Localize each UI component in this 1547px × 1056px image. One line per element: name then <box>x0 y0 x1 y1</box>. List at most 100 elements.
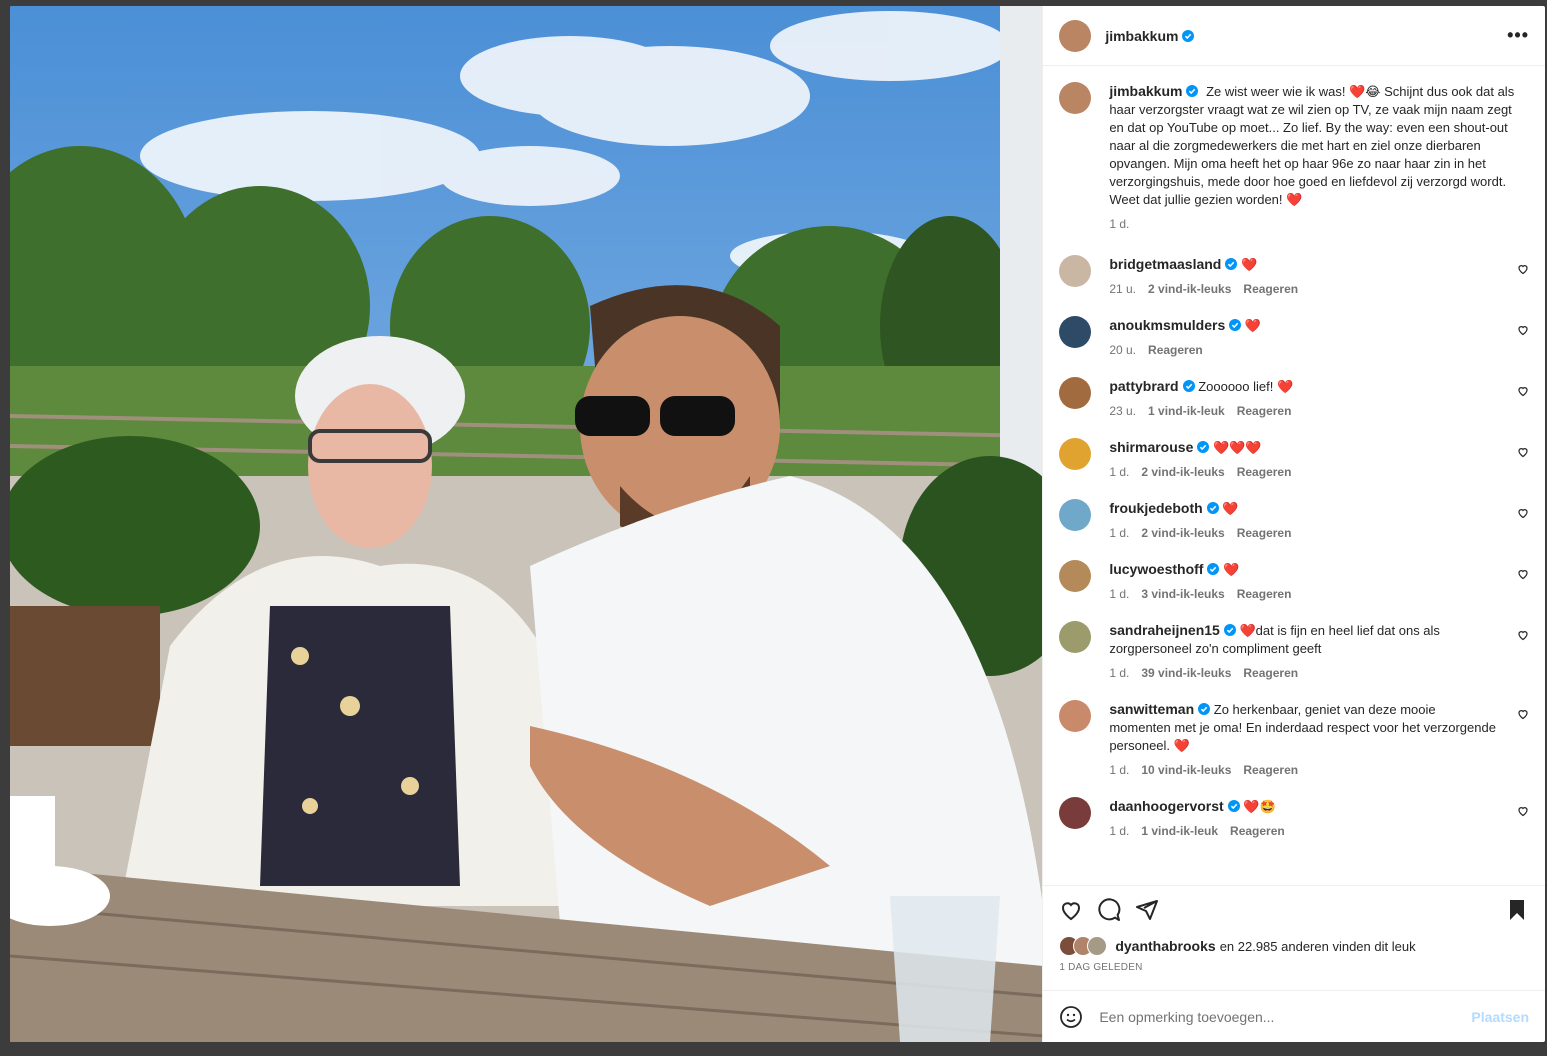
comment-avatar[interactable] <box>1059 255 1092 287</box>
reply-button[interactable]: Reageren <box>1237 404 1292 418</box>
comment-row: sandraheijnen15 ❤️dat is fijn en heel li… <box>1059 621 1529 682</box>
comment-likes[interactable]: 3 vind-ik-leuks <box>1141 587 1224 601</box>
comment-username[interactable]: lucywoesthoff <box>1109 561 1203 577</box>
reply-button[interactable]: Reageren <box>1237 587 1292 601</box>
author-username[interactable]: jimbakkum <box>1105 28 1178 44</box>
reply-button[interactable]: Reageren <box>1237 465 1292 479</box>
caption: jimbakkum Ze wist weer wie ik was! ❤️😂 S… <box>1059 82 1529 233</box>
verified-badge-icon <box>1186 85 1199 97</box>
verified-badge-icon <box>1225 258 1238 270</box>
comment-username[interactable]: daanhoogervorst <box>1109 798 1223 814</box>
comment-avatar[interactable] <box>1059 316 1092 348</box>
comment-like-heart-icon[interactable] <box>1517 568 1529 580</box>
comment-text: ❤️🤩 <box>1243 799 1276 814</box>
comment-time: 1 d. <box>1109 587 1130 601</box>
comment-text: ❤️ <box>1244 318 1262 333</box>
comment-username[interactable]: froukjedeboth <box>1109 500 1202 516</box>
verified-badge-icon <box>1182 29 1195 42</box>
comment-username[interactable]: bridgetmaasland <box>1109 256 1221 272</box>
comment-avatar[interactable] <box>1059 797 1092 829</box>
comment-likes[interactable]: 1 vind-ik-leuk <box>1148 404 1225 418</box>
comment-likes[interactable]: 2 vind-ik-leuks <box>1141 465 1224 479</box>
verified-badge-icon <box>1198 703 1211 715</box>
comment-username[interactable]: sandraheijnen15 <box>1109 622 1220 638</box>
post-comment-button[interactable]: Plaatsen <box>1471 1009 1529 1025</box>
comment-like-heart-icon[interactable] <box>1517 629 1529 641</box>
comment-row: sanwitteman Zo herkenbaar, geniet van de… <box>1059 700 1529 779</box>
emoji-icon[interactable] <box>1059 1005 1083 1029</box>
more-options-icon[interactable]: ••• <box>1507 25 1529 46</box>
verified-badge-icon <box>1206 502 1219 514</box>
comment-time: 1 d. <box>1109 763 1130 777</box>
comment-composer: Plaatsen <box>1043 990 1545 1042</box>
comment-username[interactable]: shirmarouse <box>1109 439 1193 455</box>
comment-likes[interactable]: 39 vind-ik-leuks <box>1141 666 1231 680</box>
author-avatar[interactable] <box>1059 19 1092 52</box>
caption-username[interactable]: jimbakkum <box>1109 83 1182 99</box>
comment-avatar[interactable] <box>1059 377 1092 409</box>
save-bookmark-icon[interactable] <box>1505 898 1529 922</box>
like-heart-icon[interactable] <box>1059 898 1083 922</box>
share-paper-plane-icon[interactable] <box>1135 898 1159 922</box>
comment-like-heart-icon[interactable] <box>1517 507 1529 519</box>
verified-badge-icon <box>1197 441 1210 453</box>
caption-text: Ze wist weer wie ik was! ❤️😂 Schijnt dus… <box>1109 84 1515 207</box>
verified-badge-icon <box>1223 624 1236 636</box>
comment-text: Zoooooo lief! ❤️ <box>1198 379 1294 394</box>
comment-row: froukjedeboth ❤️ 1 d. 2 vind-ik-leuks Reage… <box>1059 499 1529 542</box>
comment-row: anoukmsmulders ❤️ 20 u. Reageren <box>1059 316 1529 359</box>
comment-avatar[interactable] <box>1059 700 1092 732</box>
reply-button[interactable]: Reageren <box>1243 666 1298 680</box>
comment-time: 1 d. <box>1109 465 1130 479</box>
verified-badge-icon <box>1227 800 1240 812</box>
comment-time: 21 u. <box>1109 282 1137 296</box>
comment-like-heart-icon[interactable] <box>1517 263 1529 275</box>
comment-username[interactable]: pattybrard <box>1109 378 1178 394</box>
comment-text: ❤️ <box>1223 562 1240 577</box>
comment-text: ❤️❤️❤️ <box>1213 440 1262 455</box>
reply-button[interactable]: Reageren <box>1148 343 1203 357</box>
comment-time: 1 d. <box>1109 824 1130 838</box>
comment-avatar[interactable] <box>1059 499 1092 531</box>
comment-row: daanhoogervorst ❤️🤩 1 d. 1 vind-ik-leuk Rea… <box>1059 797 1529 840</box>
comment-likes[interactable]: 2 vind-ik-leuks <box>1141 526 1224 540</box>
comment-text: ❤️ <box>1222 501 1239 516</box>
comment-like-heart-icon[interactable] <box>1517 805 1529 817</box>
comment-username[interactable]: anoukmsmulders <box>1109 317 1225 333</box>
liker-avatars[interactable] <box>1059 936 1108 956</box>
comment-time: 23 u. <box>1109 404 1137 418</box>
comment-like-heart-icon[interactable] <box>1517 324 1529 336</box>
verified-badge-icon <box>1229 319 1242 331</box>
post-actions: dyanthabrooks en 22.985 anderen vinden d… <box>1043 885 1545 990</box>
photo-illustration <box>10 6 1043 1042</box>
comment-row: shirmarouse ❤️❤️❤️ 1 d. 2 vind-ik-leuks Rea… <box>1059 438 1529 481</box>
reply-button[interactable]: Reageren <box>1237 526 1292 540</box>
reply-button[interactable]: Reageren <box>1243 763 1298 777</box>
comment-bubble-icon[interactable] <box>1097 898 1121 922</box>
comment-username[interactable]: sanwitteman <box>1109 701 1194 717</box>
comment-row: pattybrard Zoooooo lief! ❤️ 23 u. 1 vind-i… <box>1059 377 1529 420</box>
comment-like-heart-icon[interactable] <box>1517 385 1529 397</box>
comment-input[interactable] <box>1097 1007 1472 1026</box>
comment-row: lucywoesthoff ❤️ 1 d. 3 vind-ik-leuks Reage… <box>1059 560 1529 603</box>
comments-list: jimbakkum Ze wist weer wie ik was! ❤️😂 S… <box>1043 66 1545 885</box>
post-photo[interactable] <box>10 6 1043 1042</box>
comment-likes[interactable]: 1 vind-ik-leuk <box>1141 824 1218 838</box>
reply-button[interactable]: Reageren <box>1230 824 1285 838</box>
comment-time: 20 u. <box>1109 343 1137 357</box>
likes-count-text[interactable]: en 22.985 anderen vinden dit leuk <box>1220 939 1416 954</box>
verified-badge-icon <box>1207 563 1220 575</box>
post-sidebar: jimbakkum ••• jimbakkum Ze wist weer wie… <box>1042 6 1545 1042</box>
reply-button[interactable]: Reageren <box>1243 282 1298 296</box>
comment-avatar[interactable] <box>1059 438 1092 470</box>
comment-time: 1 d. <box>1109 526 1130 540</box>
caption-avatar[interactable] <box>1059 82 1092 114</box>
comment-likes[interactable]: 10 vind-ik-leuks <box>1141 763 1231 777</box>
comment-like-heart-icon[interactable] <box>1517 708 1529 720</box>
post-date: 1 DAG GELEDEN <box>1059 962 1143 973</box>
comment-avatar[interactable] <box>1059 560 1092 592</box>
liked-by-username[interactable]: dyanthabrooks <box>1115 938 1215 954</box>
comment-avatar[interactable] <box>1059 621 1092 653</box>
comment-likes[interactable]: 2 vind-ik-leuks <box>1148 282 1231 296</box>
comment-like-heart-icon[interactable] <box>1517 446 1529 458</box>
